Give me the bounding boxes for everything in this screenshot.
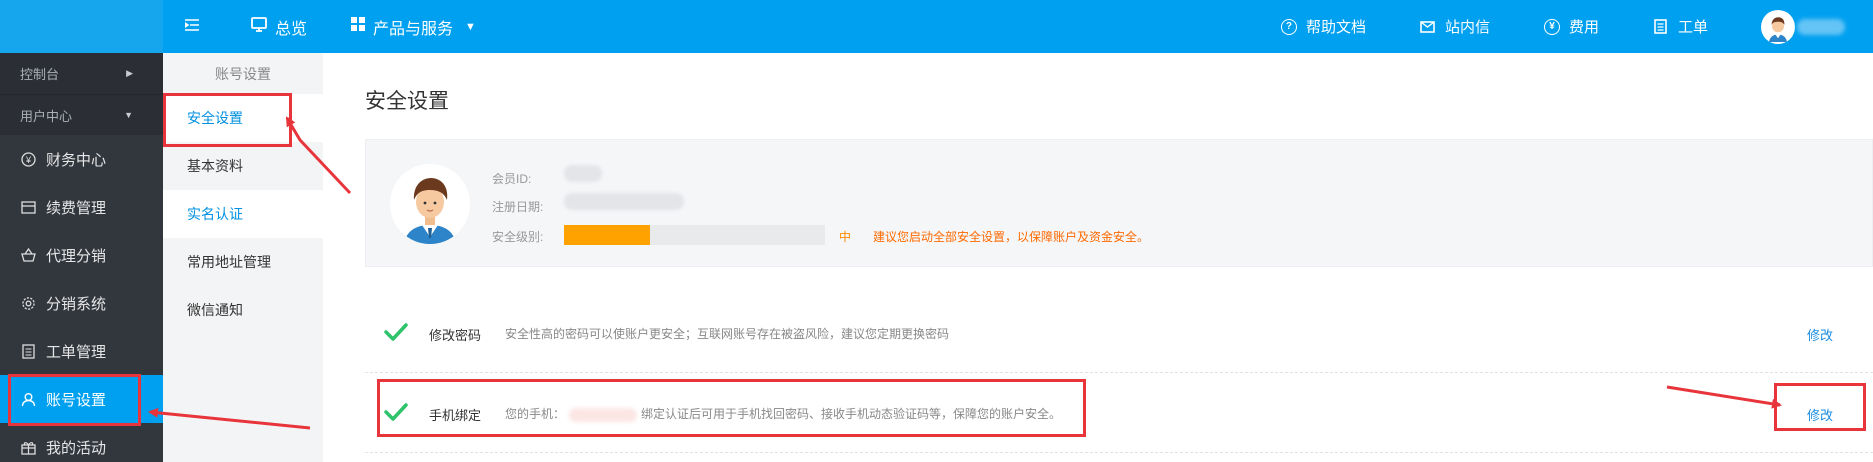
phone-redacted <box>569 407 638 422</box>
username-redacted <box>1797 18 1845 35</box>
sidebar: 控制台 ▶ 用户中心 ▼ ¥ 财务中心 续费管理 代理分销 分销系统 工单管理 <box>0 53 163 462</box>
svg-text:¥: ¥ <box>24 155 31 165</box>
help-docs-label: 帮助文档 <box>1305 19 1366 36</box>
gift-icon <box>20 439 36 455</box>
sidebar-item-label: 工单管理 <box>46 343 107 361</box>
subnav-item-wechat-notify[interactable]: 微信通知 <box>163 286 323 334</box>
chevron-right-icon: ▶ <box>126 68 133 78</box>
messages-label: 站内信 <box>1444 19 1490 36</box>
mail-icon <box>1420 19 1436 35</box>
subnav-title: 账号设置 <box>215 65 271 82</box>
sidebar-item-label: 续费管理 <box>46 199 107 217</box>
top-bar: 总览 产品与服务 ▼ ? 帮助文档 站内信 ¥ 费用 工单 <box>0 0 1873 53</box>
brand-area <box>0 0 163 53</box>
user-icon <box>20 391 36 407</box>
subnav-item-profile[interactable]: 基本资料 <box>163 142 323 190</box>
phone-desc-prefix: 您的手机： <box>505 407 566 421</box>
nav-products-label: 产品与服务 <box>373 20 454 38</box>
member-id-redacted <box>564 165 602 182</box>
member-id-label: 会员ID: <box>492 172 532 186</box>
chevron-down-icon: ▼ <box>124 110 133 120</box>
nav-products-dropdown[interactable]: 产品与服务 ▼ <box>329 0 498 53</box>
sidebar-item-label: 代理分销 <box>46 247 107 265</box>
subnav-item-addresses[interactable]: 常用地址管理 <box>163 238 323 286</box>
billing-link[interactable]: ¥ 费用 <box>1517 0 1626 53</box>
user-menu[interactable] <box>1735 0 1873 53</box>
sidebar-item-label: 我的活动 <box>46 439 107 457</box>
sidebar-section-label: 用户中心 <box>20 108 73 124</box>
card-icon <box>20 199 36 215</box>
security-level-bar <box>564 225 825 245</box>
grid-icon <box>351 17 366 36</box>
sidebar-section-label: 控制台 <box>20 67 60 82</box>
sidebar-item-label: 分销系统 <box>46 295 107 313</box>
profile-card: 会员ID: 注册日期: 安全级别: 中 建议您启动全部安全设置，以保障账户及资金… <box>365 139 1873 267</box>
sidebar-section-user-center[interactable]: 用户中心 ▼ <box>0 94 163 135</box>
modify-password-link[interactable]: 修改 <box>1807 325 1833 344</box>
nav-overview-label: 总览 <box>275 20 308 38</box>
avatar <box>390 164 470 244</box>
help-docs-link[interactable]: ? 帮助文档 <box>1254 0 1393 53</box>
menu-toggle-button[interactable] <box>163 0 229 53</box>
page-title: 安全设置 <box>365 90 449 113</box>
yen-circle-icon: ¥ <box>20 151 36 167</box>
sidebar-item-label: 财务中心 <box>46 151 107 169</box>
reg-date-label: 注册日期: <box>492 200 544 214</box>
security-item-desc: 您的手机： 绑定认证后可用于手机找回密码、接收手机动态验证码等，保障您的账户安全。 <box>505 405 1061 422</box>
account-subnav: 账号设置 安全设置 基本资料 实名认证 常用地址管理 微信通知 <box>163 53 323 462</box>
sidebar-item-finance[interactable]: ¥ 财务中心 <box>0 135 163 183</box>
sidebar-item-label: 账号设置 <box>46 391 107 409</box>
check-icon <box>383 399 409 425</box>
sidebar-item-distribution[interactable]: 分销系统 <box>0 279 163 327</box>
reg-date-redacted <box>564 193 684 210</box>
main-content: 安全设置 会员ID: 注册日期: 安全级别: 中 建议您启动全部安全设置，以保障… <box>323 53 1873 462</box>
billing-label: 费用 <box>1568 19 1599 36</box>
top-right-nav: ? 帮助文档 站内信 ¥ 费用 工单 <box>1254 0 1873 53</box>
security-tip: 建议您启动全部安全设置，以保障账户及资金安全。 <box>873 230 1150 244</box>
avatar <box>1761 9 1795 44</box>
ticket-icon <box>1653 19 1669 35</box>
basket-icon <box>20 247 36 263</box>
security-level-value: 中 <box>839 230 852 244</box>
security-item-name: 修改密码 <box>429 328 482 343</box>
messages-link[interactable]: 站内信 <box>1393 0 1517 53</box>
sidebar-item-agent[interactable]: 代理分销 <box>0 231 163 279</box>
sidebar-item-renewal[interactable]: 续费管理 <box>0 183 163 231</box>
help-icon: ? <box>1280 18 1297 35</box>
document-icon <box>20 343 36 359</box>
nav-overview[interactable]: 总览 <box>229 0 329 53</box>
menu-toggle-icon <box>184 18 199 36</box>
sidebar-section-console[interactable]: 控制台 ▶ <box>0 53 163 94</box>
security-row-phone: 手机绑定 您的手机： 绑定认证后可用于手机找回密码、接收手机动态验证码等，保障您的… <box>365 373 1873 453</box>
app-root: 总览 产品与服务 ▼ ? 帮助文档 站内信 ¥ 费用 工单 控制台 ▶ 用户中心… <box>0 0 1873 462</box>
subnav-item-verification[interactable]: 实名认证 <box>163 190 323 238</box>
ticket-link[interactable]: 工单 <box>1626 0 1735 53</box>
security-item-desc: 安全性高的密码可以使账户更安全；互联网账号存在被盗风险，建议您定期更换密码 <box>505 327 950 341</box>
phone-desc-text: 绑定认证后可用于手机找回密码、接收手机动态验证码等，保障您的账户安全。 <box>641 407 1062 421</box>
security-row-password: 修改密码 安全性高的密码可以使账户更安全；互联网账号存在被盗风险，建议您定期更换… <box>365 293 1873 373</box>
yen-icon: ¥ <box>1543 18 1560 35</box>
sidebar-item-tickets[interactable]: 工单管理 <box>0 327 163 375</box>
gear-icon <box>20 295 36 311</box>
check-icon <box>383 319 409 345</box>
modify-phone-link[interactable]: 修改 <box>1807 405 1833 424</box>
sidebar-item-account-settings[interactable]: 账号设置 <box>0 375 163 423</box>
security-level-label: 安全级别: <box>492 230 544 244</box>
security-item-name: 手机绑定 <box>429 408 482 423</box>
monitor-icon <box>251 16 267 37</box>
sidebar-item-activities[interactable]: 我的活动 <box>0 423 163 462</box>
chevron-down-icon: ▼ <box>465 20 476 33</box>
security-level-fill <box>564 225 651 245</box>
ticket-label: 工单 <box>1677 19 1708 36</box>
subnav-item-security[interactable]: 安全设置 <box>163 94 323 142</box>
